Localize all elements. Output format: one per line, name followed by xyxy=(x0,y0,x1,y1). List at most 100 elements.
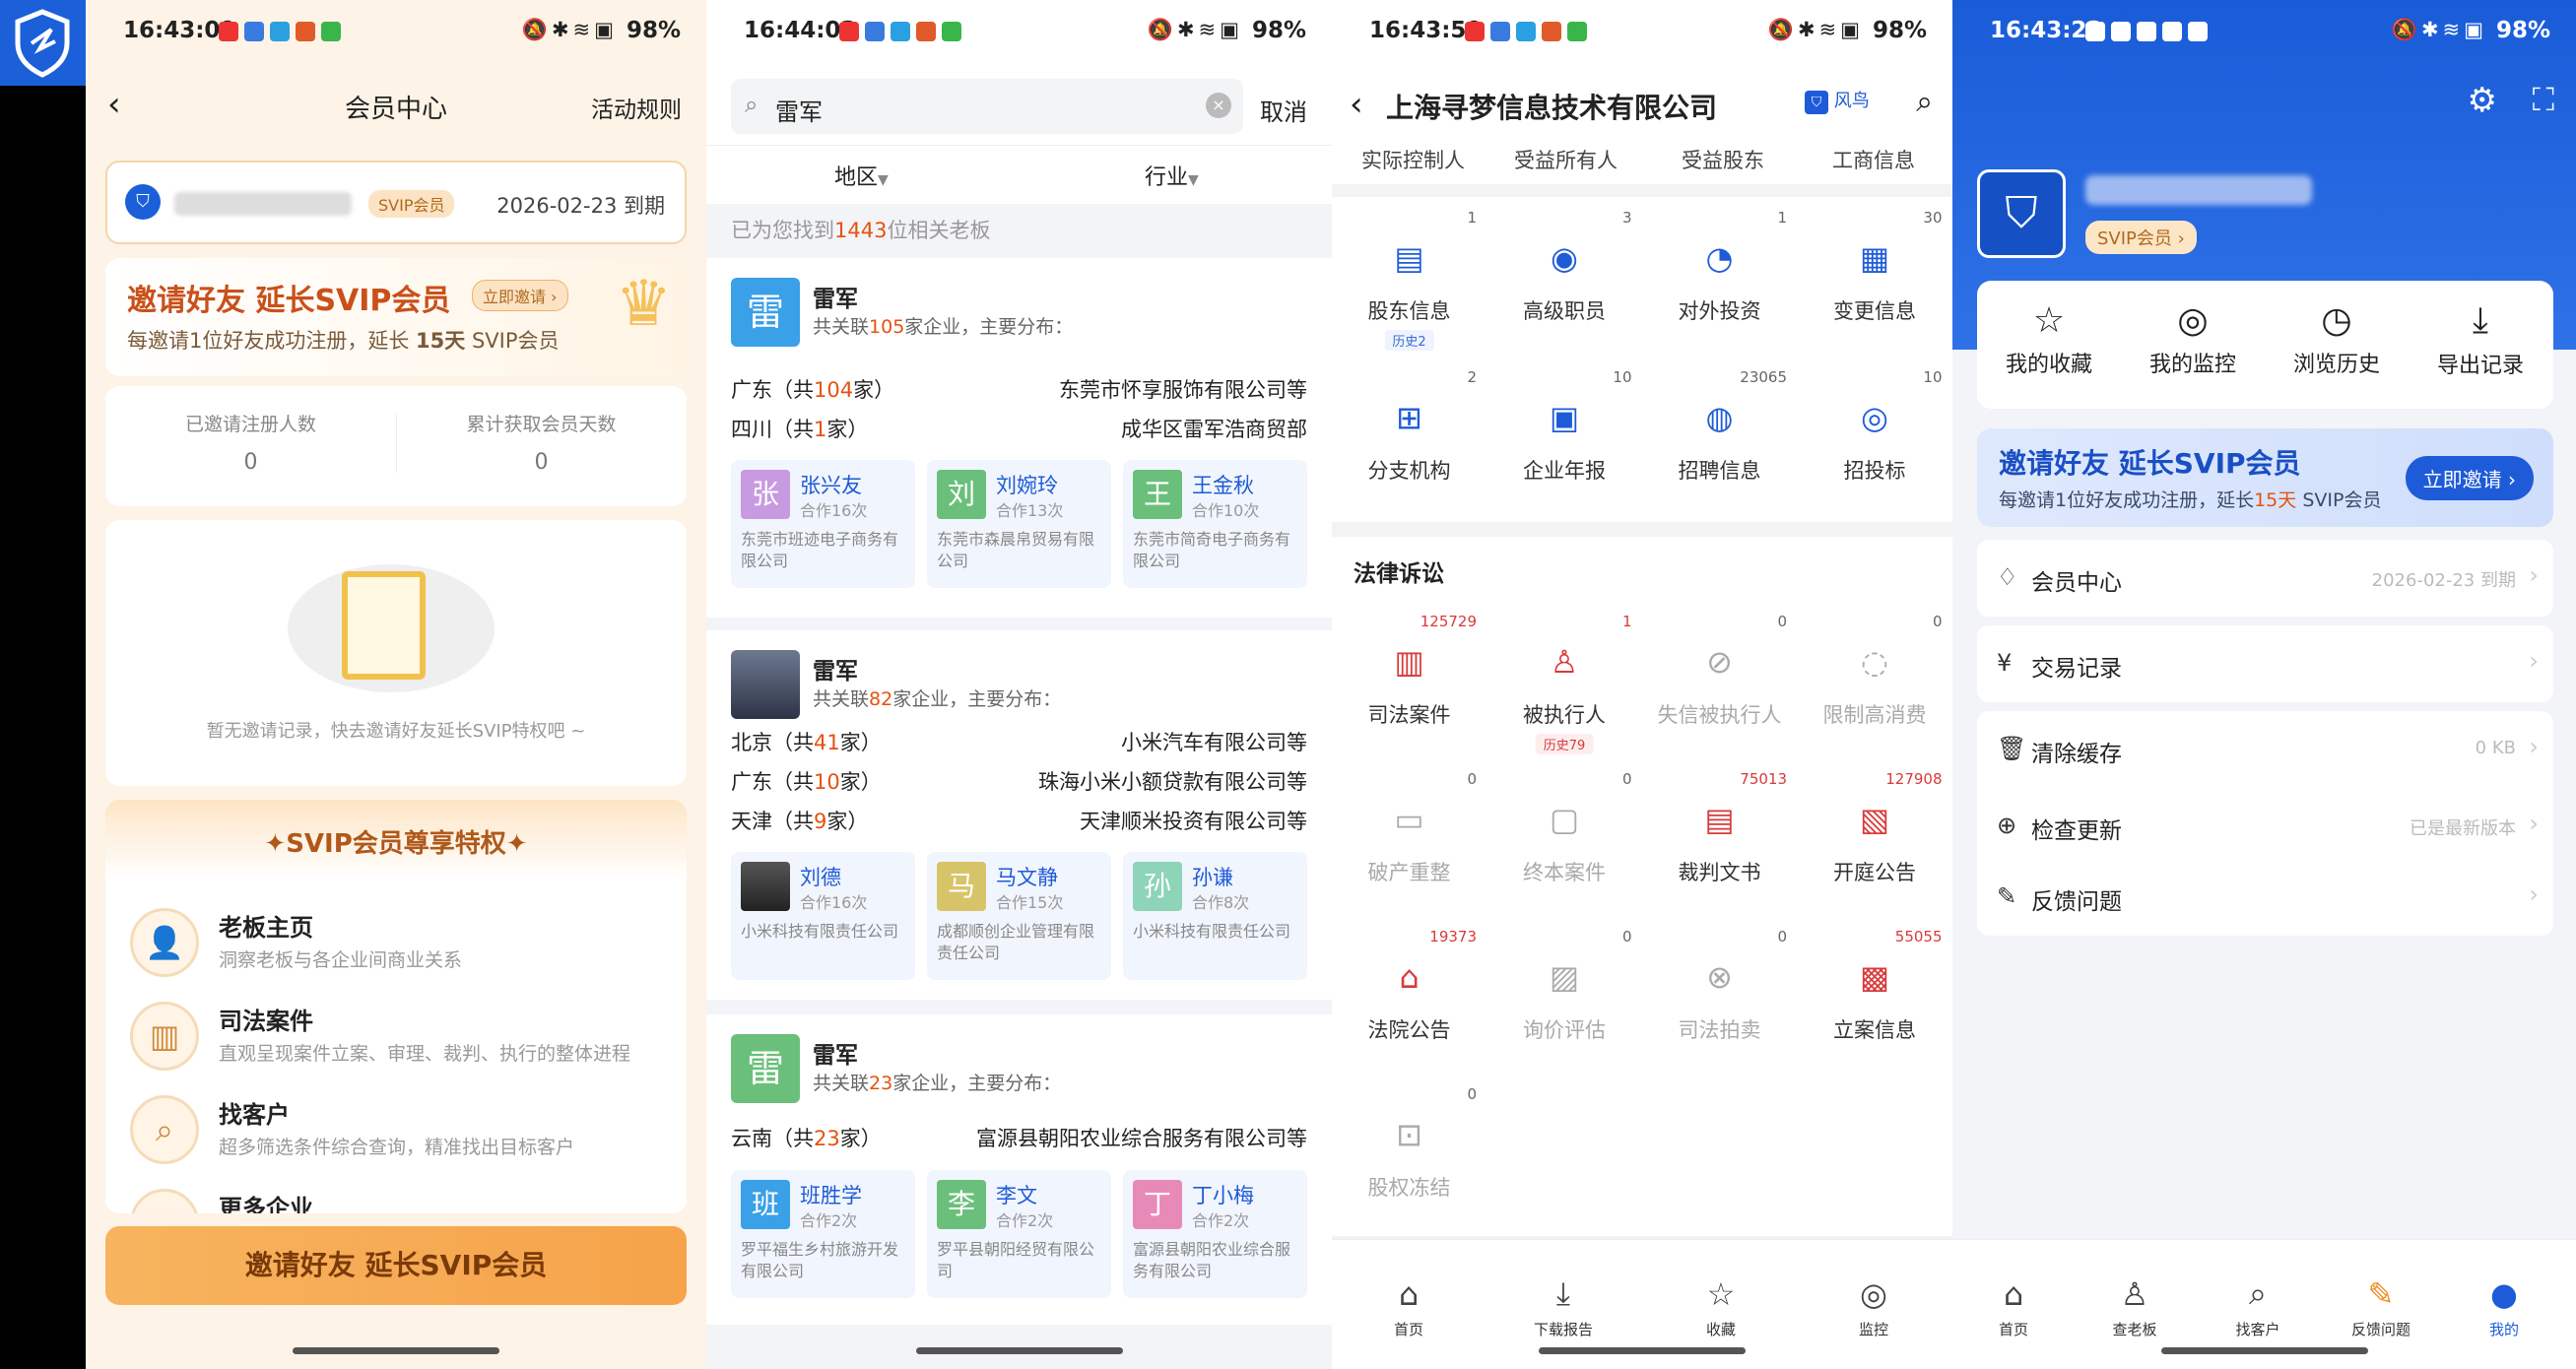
search-input[interactable]: ⌕ 雷军 × xyxy=(731,79,1243,134)
grid-item-hearing[interactable]: 127908 ▧ 开庭公告 xyxy=(1798,758,1952,914)
grid-item-restrict[interactable]: 0 ◌ 限制高消费 xyxy=(1798,601,1952,756)
tab-favorite[interactable]: ☆ 收藏 xyxy=(1662,1275,1780,1339)
gear-icon[interactable]: ⚙ xyxy=(2468,81,2497,120)
grid-item-terminated-case[interactable]: 0 ▢ 终本案件 xyxy=(1487,758,1642,914)
tab-beneficial-shareholder[interactable]: 受益股东 xyxy=(1682,145,1764,174)
tab-business-info[interactable]: 工商信息 xyxy=(1832,145,1915,174)
my-favorites[interactable]: ☆ 我的收藏 xyxy=(1977,300,2121,378)
tab-home[interactable]: ⌂ 首页 xyxy=(1350,1275,1468,1339)
activity-rules-link[interactable]: 活动规则 xyxy=(591,91,682,124)
freeze-icon: ⊡ xyxy=(1396,1116,1422,1153)
menu-transactions[interactable]: ¥ 交易记录 › xyxy=(1977,625,2553,702)
partner-card[interactable]: 刘刘婉玲 合作13次 东莞市森晨帛贸易有限公司 xyxy=(927,460,1111,588)
tab-mine[interactable]: ● 我的 xyxy=(2445,1275,2563,1339)
grid-item-judgment[interactable]: 75013 ▤ 裁判文书 xyxy=(1642,758,1797,914)
tab-feedback[interactable]: ✎ 反馈问题 xyxy=(2322,1275,2440,1339)
boss-name[interactable]: 雷军 xyxy=(813,280,858,313)
grid-item-appraisal[interactable]: 0 ▨ 询价评估 xyxy=(1487,916,1642,1072)
privilege-item[interactable]: ▦ 更多企业 xyxy=(130,1179,692,1213)
back-icon[interactable]: ‹ xyxy=(1350,85,1363,124)
privilege-item[interactable]: 👤 老板主页 洞察老板与各企业间商业关系 xyxy=(130,898,692,987)
partner-card[interactable]: 马马文静 合作15次 成都顺创企业管理有限责任公司 xyxy=(927,852,1111,980)
tab-download-report[interactable]: ⤓ 下载报告 xyxy=(1504,1274,1622,1339)
boss-name[interactable]: 雷军 xyxy=(813,1036,858,1070)
gesture-bar[interactable] xyxy=(2160,1347,2368,1354)
partner-card[interactable]: 李李文 合作2次 罗平县朝阳经贸有限公司 xyxy=(927,1170,1111,1298)
grid-item-staff[interactable]: 3 ◉ 高级职员 xyxy=(1487,197,1642,353)
avatar[interactable]: ⛉ xyxy=(1977,169,2066,258)
menu-clear-cache[interactable]: 🗑 清除缓存 0 KB › xyxy=(1977,711,2553,788)
grid-item-shareholder[interactable]: 1 ▤ 股东信息 历史2 xyxy=(1332,197,1486,353)
grid-item-count: 30 xyxy=(1923,209,1943,227)
invite-now-button[interactable]: 立即邀请 › xyxy=(472,280,568,311)
menu-feedback[interactable]: ✎ 反馈问题 › xyxy=(1977,859,2553,936)
privilege-item[interactable]: ⌕ 找客户 超多筛选条件综合查询，精准找出目标客户 xyxy=(130,1085,692,1174)
empty-invite-card: 暂无邀请记录，快去邀请好友延长SVIP特权吧 ~ xyxy=(105,520,687,786)
grid-item-freeze[interactable]: 0 ⊡ 股权冻结 xyxy=(1332,1074,1486,1229)
court-icon: ⌂ xyxy=(1399,958,1420,996)
tab-find-customer[interactable]: ⌕ 找客户 xyxy=(2199,1274,2317,1339)
grid-item-auction[interactable]: 0 ⊗ 司法拍卖 xyxy=(1642,916,1797,1072)
tab-actual-controller[interactable]: 实际控制人 xyxy=(1361,145,1465,174)
grid-item-count: 0 xyxy=(1932,613,1943,630)
company-icon: ▦ xyxy=(130,1189,199,1213)
invite-banner[interactable]: 邀请好友 延长SVIP会员 每邀请1位好友成功注册，延长15天 SVIP会员 立… xyxy=(1977,428,2553,527)
grid-item-bankrupt[interactable]: 0 ▭ 破产重整 xyxy=(1332,758,1486,914)
grid-item-branch[interactable]: 2 ⊞ 分支机构 xyxy=(1332,357,1486,512)
section-title: 法律诉讼 xyxy=(1354,561,1444,587)
svip-badge[interactable]: SVIP会员 › xyxy=(2085,221,2197,254)
grid-item-judicial[interactable]: 125729 ▥ 司法案件 xyxy=(1332,601,1486,756)
grid-item-executed-person[interactable]: 1 ♙ 被执行人 历史79 xyxy=(1487,601,1642,756)
partner-card[interactable]: 王王金秋 合作10次 东莞市简奇电子商务有限公司 xyxy=(1123,460,1307,588)
partner-card[interactable]: 刘德 合作16次 小米科技有限责任公司 xyxy=(731,852,915,980)
invite-friends-button[interactable]: 邀请好友 延长SVIP会员 xyxy=(105,1226,687,1305)
tab-find-boss[interactable]: ♙ 查老板 xyxy=(2076,1275,2194,1339)
industry-filter[interactable]: 行业▼ xyxy=(1145,160,1199,191)
partner-card[interactable]: 孙孙谦 合作8次 小米科技有限责任公司 xyxy=(1123,852,1307,980)
result-count: 已为您找到1443位相关老板 xyxy=(731,215,990,244)
boss-result-card[interactable]: 雷军 共关联82家企业，主要分布： 北京（共41家） 小米汽车有限公司等 广东（共… xyxy=(706,630,1332,1000)
my-monitor[interactable]: ◎ 我的监控 xyxy=(2121,300,2265,378)
tab-home[interactable]: ⌂ 首页 xyxy=(1954,1275,2073,1339)
boss-name[interactable]: 雷军 xyxy=(813,652,858,685)
browse-history[interactable]: ◷ 浏览历史 xyxy=(2265,300,2409,378)
change-icon: ▦ xyxy=(1859,239,1890,277)
invite-banner[interactable]: 邀请好友 延长SVIP会员 立即邀请 › 每邀请1位好友成功注册，延长 15天 … xyxy=(105,258,687,376)
grid-item-filing[interactable]: 55055 ▩ 立案信息 xyxy=(1798,916,1952,1072)
gesture-bar[interactable] xyxy=(915,1347,1123,1354)
bid-icon: ◎ xyxy=(1861,399,1888,436)
grid-item-recruit[interactable]: 23065 ◍ 招聘信息 xyxy=(1642,357,1797,512)
search-icon[interactable]: ⌕ xyxy=(1916,85,1933,119)
gesture-bar[interactable] xyxy=(1539,1347,1746,1354)
region-filter[interactable]: 地区▼ xyxy=(834,160,889,191)
nav-bar: ‹ 上海寻梦信息技术有限公司 ⛉ 风鸟 ⌕ xyxy=(1332,71,1952,145)
boss-result-card[interactable]: 雷 雷军 共关联105家企业，主要分布： 广东（共104家） 东莞市怀享服饰有限公… xyxy=(706,258,1332,618)
grid-item-dishonest[interactable]: 0 ⊘ 失信被执行人 xyxy=(1642,601,1797,756)
menu-check-update[interactable]: ⊕ 检查更新 已是最新版本 › xyxy=(1977,788,2553,865)
menu-member-center[interactable]: ♢ 会员中心 2026-02-23 到期 › xyxy=(1977,540,2553,617)
boss-result-card[interactable]: 雷 雷军 共关联23家企业，主要分布： 云南（共23家） 富源县朝阳农业综合服务有… xyxy=(706,1014,1332,1325)
cancel-button[interactable]: 取消 xyxy=(1260,93,1307,127)
staff-icon: ◉ xyxy=(1551,239,1578,277)
partner-card[interactable]: 丁丁小梅 合作2次 富源县朝阳农业综合服务有限公司 xyxy=(1123,1170,1307,1298)
partner-card[interactable]: 张张兴友 合作16次 东莞市班迹电子商务有限公司 xyxy=(731,460,915,588)
privileges-title: ✦SVIP会员尊享特权✦ xyxy=(264,829,528,859)
partner-card[interactable]: 班班胜学 合作2次 罗平福生乡村旅游开发有限公司 xyxy=(731,1170,915,1298)
clear-icon[interactable]: × xyxy=(1206,93,1231,118)
tab-monitor[interactable]: ◎ 监控 xyxy=(1815,1275,1933,1339)
grid-item-investment[interactable]: 1 ◔ 对外投资 xyxy=(1642,197,1797,353)
partner-name: 刘婉玲 xyxy=(996,474,1058,497)
quick-label: 我的监控 xyxy=(2148,353,2236,377)
grid-item-court[interactable]: 19373 ⌂ 法院公告 xyxy=(1332,916,1486,1072)
grid-item-bid[interactable]: 10 ◎ 招投标 xyxy=(1798,357,1952,512)
privilege-item[interactable]: ▥ 司法案件 直观呈现案件立案、审理、裁判、执行的整体进程 xyxy=(130,992,692,1080)
tab-beneficial-owner[interactable]: 受益所有人 xyxy=(1514,145,1618,174)
found-count: 1443 xyxy=(834,219,888,242)
invite-now-button[interactable]: 立即邀请 › xyxy=(2405,456,2534,500)
export-records[interactable]: ⤓ 导出记录 xyxy=(2409,300,2552,379)
grid-item-report[interactable]: 10 ▣ 企业年报 xyxy=(1487,357,1642,512)
grid-item-change[interactable]: 30 ▦ 变更信息 xyxy=(1798,197,1952,353)
scan-icon[interactable]: ⛶ xyxy=(2533,81,2554,119)
app-logo[interactable] xyxy=(0,0,86,86)
gesture-bar[interactable] xyxy=(293,1347,499,1354)
